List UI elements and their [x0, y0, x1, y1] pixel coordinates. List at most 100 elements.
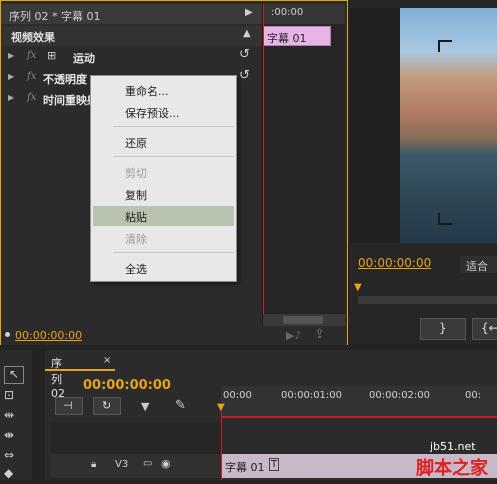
monitor-scrubber[interactable]: ▼	[354, 282, 497, 304]
menu-item-label: 保存预设...	[125, 107, 180, 120]
button-label: {←	[481, 321, 497, 335]
expand-triangle-icon[interactable]: ▶	[8, 72, 14, 81]
effect-name: 运动	[73, 52, 95, 65]
linked-selection-button[interactable]: ↻	[93, 397, 121, 415]
fx-badge-icon[interactable]: fx	[27, 92, 36, 103]
monitor-timecode[interactable]: 00:00:00:00	[358, 256, 431, 270]
effect-name: 不透明度	[43, 73, 87, 86]
safe-margin-corner	[438, 213, 452, 225]
eye-icon[interactable]: ◉	[161, 457, 171, 470]
toggle-output-icon[interactable]: ▭	[143, 458, 152, 469]
motion-icon: ⊞	[47, 49, 57, 62]
menu-separator	[113, 252, 234, 253]
export-icon[interactable]: ⇪	[314, 327, 325, 342]
monitor-letterbox	[350, 8, 400, 243]
rolling-edit-tool-icon[interactable]: ⇼	[4, 428, 24, 446]
expand-triangle-icon[interactable]: ▶	[8, 51, 14, 60]
expand-triangle-icon[interactable]: ▶	[8, 93, 14, 102]
playhead-line[interactable]	[263, 4, 264, 326]
panel-header: 序列 02 * 字幕 01 ▶	[1, 4, 263, 24]
menu-item-label: 剪切	[125, 167, 147, 180]
fx-badge-icon[interactable]: fx	[27, 50, 36, 61]
video-frame	[400, 8, 497, 243]
panel-footer: 00:00:00:00 ▶♪ ⇪	[1, 327, 347, 345]
effect-row-motion[interactable]: ▶ fx ⊞ 运动 ↺	[1, 47, 263, 67]
safe-margin-corner	[438, 40, 452, 52]
collapse-up-icon[interactable]: ▲	[243, 28, 251, 39]
go-to-in-button[interactable]: {←	[472, 318, 497, 340]
selection-tool-icon[interactable]: ↖	[4, 366, 24, 384]
video-effects-title: 视频效果	[11, 31, 55, 44]
close-icon[interactable]: ×	[103, 355, 111, 366]
watermark-text: 脚本之家	[416, 458, 488, 479]
reset-icon[interactable]: ↺	[239, 47, 250, 62]
fit-dropdown[interactable]: 适合	[460, 256, 497, 273]
rate-stretch-tool-icon[interactable]: ⇔	[4, 448, 24, 466]
context-menu: 重命名... 保存预设... 还原 剪切 复制 粘贴 清除 全选	[90, 75, 237, 282]
program-monitor: 00:00:00:00 适合 ▼ } {←	[350, 0, 497, 345]
ruler-label: 00:00	[223, 390, 252, 401]
menu-item-clear[interactable]: 清除	[93, 228, 234, 248]
clip-name: 字幕 01	[225, 461, 265, 474]
work-area-bar[interactable]	[221, 416, 497, 418]
ruler-time-label: :00:00	[271, 7, 304, 18]
menu-item-label: 粘贴	[125, 211, 147, 224]
menu-item-select-all[interactable]: 全选	[93, 258, 234, 278]
lock-icon[interactable]: 🔒︎	[91, 459, 96, 470]
play-arrow-icon[interactable]: ▶	[245, 7, 253, 18]
active-tab-underline	[45, 369, 115, 371]
add-marker-icon[interactable]: ▼	[141, 400, 149, 413]
reset-icon[interactable]: ↺	[239, 68, 250, 83]
wrench-icon[interactable]: ✎	[175, 398, 186, 413]
playhead-marker-icon[interactable]: ▼	[354, 282, 362, 293]
track-header-v3: 🔒︎ V3 ▭ ◉	[51, 454, 221, 478]
menu-item-paste[interactable]: 粘贴	[93, 206, 234, 226]
menu-item-restore[interactable]: 还原	[93, 132, 234, 152]
ripple-edit-tool-icon[interactable]: ⇹	[4, 408, 24, 426]
fit-label: 适合	[466, 260, 488, 273]
scrollbar-grip[interactable]	[283, 316, 323, 324]
menu-item-label: 清除	[125, 233, 147, 246]
clip-name: 字幕 01	[267, 32, 307, 45]
menu-separator	[113, 156, 234, 157]
video-effects-header: 视频效果 ▲	[1, 26, 263, 46]
link-icon: ↻	[102, 399, 112, 412]
tab-label: 序列 02	[51, 357, 65, 400]
clip-bar[interactable]: 字幕 01	[263, 26, 331, 46]
horizontal-scrollbar[interactable]	[263, 314, 345, 326]
mark-out-button[interactable]: }	[420, 318, 466, 340]
title-clip-icon: T	[269, 458, 280, 471]
menu-item-label: 还原	[125, 137, 147, 150]
footer-timecode[interactable]: 00:00:00:00	[15, 329, 82, 342]
time-ruler[interactable]: :00:00	[263, 4, 345, 24]
menu-item-label: 全选	[125, 263, 147, 276]
ruler-label: 00:00:02:00	[369, 390, 431, 401]
play-audio-icon[interactable]: ▶♪	[286, 329, 301, 342]
timeline-playhead[interactable]	[221, 410, 222, 480]
timeline-timecode[interactable]: 00:00:00:00	[83, 378, 171, 393]
menu-separator	[113, 126, 234, 127]
menu-item-cut[interactable]: 剪切	[93, 162, 234, 182]
effect-timeline[interactable]: :00:00 字幕 01	[263, 4, 345, 326]
ruler-label: 00:	[465, 390, 482, 401]
snap-button[interactable]: ⊣	[55, 397, 83, 415]
scrub-bar[interactable]	[358, 296, 497, 304]
watermark-url: jb51.net	[430, 440, 476, 453]
sequence-clip-title: 序列 02 * 字幕 01	[9, 10, 101, 23]
menu-item-copy[interactable]: 复制	[93, 184, 234, 204]
fx-badge-icon[interactable]: fx	[27, 71, 36, 82]
track-select-tool-icon[interactable]: ⊡	[4, 388, 24, 406]
menu-item-label: 重命名...	[125, 85, 169, 98]
button-label: }	[439, 321, 447, 335]
menu-item-rename[interactable]: 重命名...	[93, 80, 234, 100]
razor-tool-icon[interactable]: ◆	[4, 466, 24, 484]
snap-icon: ⊣	[63, 399, 73, 412]
tools-panel: ↖ ⊡ ⇹ ⇼ ⇔ ◆	[0, 350, 32, 480]
menu-item-save-preset[interactable]: 保存预设...	[93, 102, 234, 122]
watermark: jb51.net 脚本之家	[390, 440, 497, 480]
ruler-label: 00:00:01:00	[281, 390, 343, 401]
menu-item-label: 复制	[125, 189, 147, 202]
track-label[interactable]: V3	[115, 459, 128, 470]
indicator-dot-icon	[5, 332, 10, 337]
timeline-ruler[interactable]: 00:00 00:00:01:00 00:00:02:00 00:	[221, 386, 497, 418]
